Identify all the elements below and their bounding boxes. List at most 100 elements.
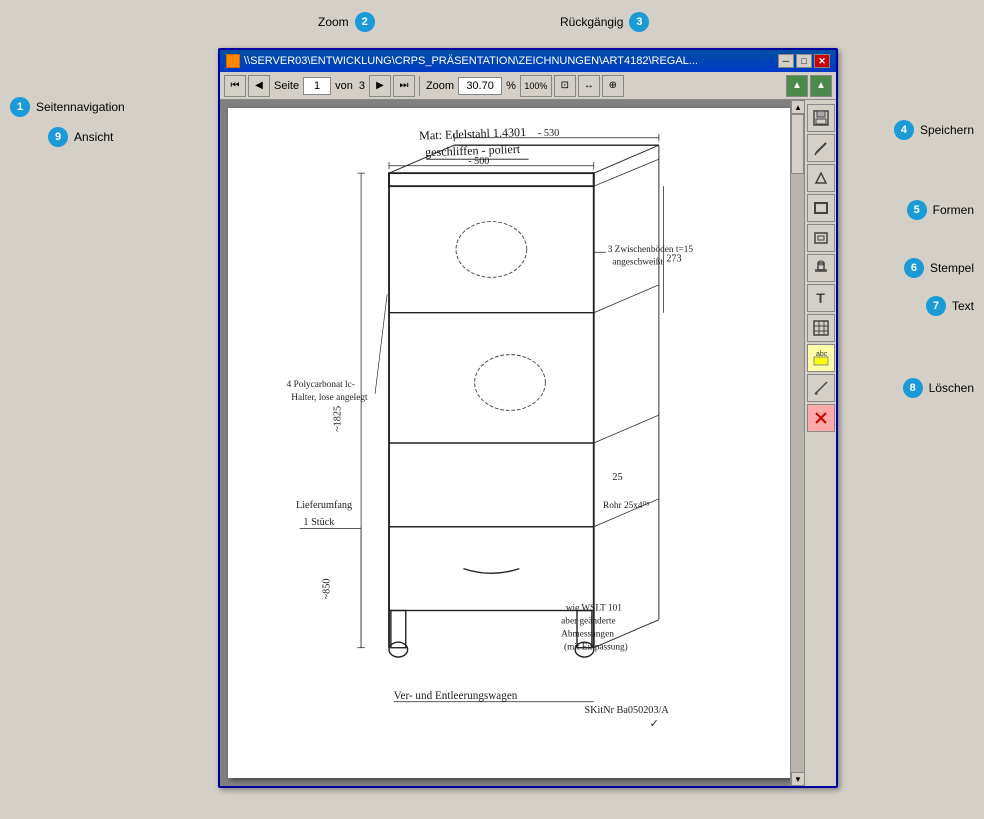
svg-text:Halter, lose angelegt: Halter, lose angelegt [291, 393, 368, 403]
svg-text:~850: ~850 [321, 578, 332, 599]
first-page-button[interactable]: ⏮ [224, 75, 246, 97]
svg-text:Ver- und Entleerungswagen: Ver- und Entleerungswagen [394, 690, 518, 702]
scroll-thumb[interactable] [791, 114, 804, 174]
color-icon: abc [812, 349, 830, 367]
next-page-button[interactable]: ▶ [369, 75, 391, 97]
delete-annotation-label: Löschen [929, 381, 974, 395]
svg-text:273: 273 [666, 254, 681, 265]
content-area: Mat: Edelstahl 1.4301 geschliffen - poli… [220, 100, 836, 786]
titlebar-buttons: ─ □ ✕ [778, 54, 830, 68]
save-annotation: 4 Speichern [894, 120, 974, 140]
zoom-annotation: Zoom 2 [318, 12, 375, 32]
hollow-rect-icon [812, 229, 830, 247]
svg-text:aber geänderte: aber geänderte [561, 617, 615, 627]
grid-tool-button[interactable] [807, 314, 835, 342]
text-tool-label: T [816, 290, 825, 306]
stamp-tool-button[interactable] [807, 254, 835, 282]
stamp-icon [812, 259, 830, 277]
page-total-label: 3 [359, 80, 365, 92]
view-annotation: 9 Ansicht [48, 127, 113, 147]
svg-text:Rohr 25x4⁰⁵: Rohr 25x4⁰⁵ [603, 501, 649, 511]
svg-text:~1825: ~1825 [333, 406, 344, 432]
zoom-input[interactable] [458, 77, 502, 95]
zoom-percent-label: % [506, 80, 516, 92]
shapes-badge: 5 [907, 200, 927, 220]
svg-text:wie WSLT 101: wie WSLT 101 [566, 604, 622, 614]
save-badge: 4 [894, 120, 914, 140]
svg-text:Mat: Edelstahl 1.4301: Mat: Edelstahl 1.4301 [419, 125, 526, 143]
view-badge: 9 [48, 127, 68, 147]
zoom-toolbar-label: Zoom [426, 80, 454, 92]
text-annotation-label: Text [952, 299, 974, 313]
page-label: Seite [274, 80, 299, 92]
grid-icon [812, 319, 830, 337]
stamp-badge: 6 [904, 258, 924, 278]
zoom-100-button[interactable]: 100% [520, 75, 552, 97]
right-tool-panel: T abc [804, 100, 836, 786]
scrollbar-area: ▲ ▼ [790, 100, 804, 786]
document-page: Mat: Edelstahl 1.4301 geschliffen - poli… [228, 108, 792, 778]
pen-icon [812, 139, 830, 157]
rect-tool-button[interactable] [807, 194, 835, 222]
maximize-button[interactable]: □ [796, 54, 812, 68]
save-tool-button[interactable] [807, 104, 835, 132]
svg-text:Lieferumfang: Lieferumfang [296, 500, 352, 511]
toolbar: ⏮ ◀ Seite von 3 ▶ ⏭ Zoom % 100% ⊡ ↔ ⊕ ▲ … [220, 72, 836, 100]
highlight-tool-button[interactable] [807, 164, 835, 192]
fit-width-button[interactable]: ↔ [578, 75, 600, 97]
svg-text:abc: abc [816, 351, 828, 358]
minimize-button[interactable]: ─ [778, 54, 794, 68]
highlight-icon [812, 169, 830, 187]
measure-icon [812, 379, 830, 397]
scroll-track[interactable] [791, 114, 804, 772]
scroll-down-button[interactable]: ▼ [791, 772, 804, 786]
last-page-button[interactable]: ⏭ [393, 75, 415, 97]
nav-up-button[interactable]: ▲ [786, 75, 808, 97]
fit-page-button[interactable]: ⊡ [554, 75, 576, 97]
shapes-annotation-label: Formen [933, 203, 974, 217]
undo-badge: 3 [629, 12, 649, 32]
text-annotation: 7 Text [926, 296, 974, 316]
nav-down-button[interactable]: ▲ [810, 75, 832, 97]
titlebar-left: \\SERVER03\ENTWICKLUNG\CRPS_PRÄSENTATION… [226, 54, 698, 68]
stamp-annotation: 6 Stempel [904, 258, 974, 278]
hollow-rect-button[interactable] [807, 224, 835, 252]
svg-text:1 Stück: 1 Stück [303, 517, 335, 528]
svg-text:25: 25 [612, 472, 622, 483]
measure-tool-button[interactable] [807, 374, 835, 402]
undo-annotation: Rückgängig 3 [560, 12, 649, 32]
zoom-in-button[interactable]: ⊕ [602, 75, 624, 97]
delete-icon [812, 409, 830, 427]
window-title: \\SERVER03\ENTWICKLUNG\CRPS_PRÄSENTATION… [244, 55, 698, 67]
text-tool-button[interactable]: T [807, 284, 835, 312]
delete-annotation: 8 Löschen [903, 378, 974, 398]
svg-text:4 Polycarbonat lc-: 4 Polycarbonat lc- [287, 380, 355, 390]
svg-text:SKitNr Ba050203/A: SKitNr Ba050203/A [584, 705, 669, 716]
titlebar: \\SERVER03\ENTWICKLUNG\CRPS_PRÄSENTATION… [220, 50, 836, 72]
nav-badge: 1 [10, 97, 30, 117]
nav-annotation-label: Seitennavigation [36, 100, 125, 114]
svg-text:angeschweißt: angeschweißt [612, 256, 663, 267]
prev-page-button[interactable]: ◀ [248, 75, 270, 97]
toolbar-separator-1 [419, 76, 420, 96]
scroll-up-button[interactable]: ▲ [791, 100, 804, 114]
undo-annotation-label: Rückgängig [560, 15, 623, 29]
save-icon [812, 109, 830, 127]
stamp-annotation-label: Stempel [930, 261, 974, 275]
text-badge: 7 [926, 296, 946, 316]
save-annotation-label: Speichern [920, 123, 974, 137]
svg-text:- 530: - 530 [538, 128, 559, 139]
close-button[interactable]: ✕ [814, 54, 830, 68]
svg-text:Abmessungen: Abmessungen [561, 630, 614, 640]
page-of-label: von [335, 80, 353, 92]
delete-tool-button[interactable] [807, 404, 835, 432]
vertical-scrollbar[interactable]: ▲ ▼ [790, 100, 804, 786]
nav-annotation: 1 Seitennavigation [10, 97, 125, 117]
svg-text:✓: ✓ [650, 718, 659, 730]
rect-icon [812, 199, 830, 217]
color-tool-button[interactable]: abc [807, 344, 835, 372]
zoom-badge: 2 [355, 12, 375, 32]
pen-tool-button[interactable] [807, 134, 835, 162]
shapes-annotation: 5 Formen [907, 200, 974, 220]
page-number-input[interactable] [303, 77, 331, 95]
